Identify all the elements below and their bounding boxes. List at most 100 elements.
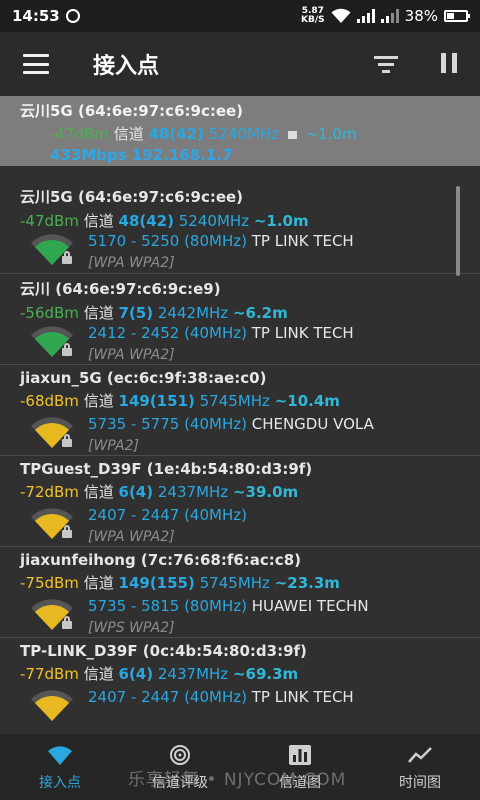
lock-icon [62,525,72,538]
ap-freq: 2437MHz [157,483,229,501]
ap-vendor: TP LINK TECH [251,232,354,250]
access-point-item[interactable]: TPGuest_D39F (1e:4b:54:80:d3:9f) -72dBm … [0,455,480,546]
channel-graph-icon [289,745,311,765]
ap-channel: 48(42) [118,212,174,230]
ap-channel-label: 信道 [83,665,114,683]
connected-channel-label: 信道 [113,125,144,143]
signal-icon [356,9,375,23]
lock-icon [62,434,72,447]
ap-vendor: HUAWEI TECHN [251,597,369,615]
ap-ssid: TP-LINK_D39F (0c:4b:54:80:d3:9f) [20,642,307,660]
nav-item-time-graph[interactable]: 时间图 [360,734,480,800]
ap-range: 5170 - 5250 (80MHz) [88,232,247,250]
ap-range: 2407 - 2447 (40MHz) [88,506,247,524]
connected-freq: 5240MHz [208,125,280,143]
ap-freq: 2437MHz [157,665,229,683]
ap-details: -68dBm 信道 149(151) 5745MHz ~10.4m [20,390,480,411]
signal-icon-2 [380,9,399,23]
ap-freq: 5240MHz [178,212,250,230]
connected-details: -47dBm 信道 48(42) 5240MHz ~1.0m [50,123,480,144]
connected-link: 433Mbps 192.168.1.7 [50,146,480,164]
ap-range: 5735 - 5815 (80MHz) [88,597,247,615]
ap-dbm: -68dBm [20,392,79,410]
ap-channel: 149(151) [118,392,195,410]
time-graph-icon [408,747,432,763]
ap-distance: ~10.4m [274,392,340,410]
alarm-icon [65,9,80,23]
list-scrollbar[interactable] [456,186,460,276]
connected-ssid: 云川5G (64:6e:97:c6:9c:ee) [20,102,244,120]
ap-range: 2407 - 2447 (40MHz) [88,688,247,706]
lock-icon [62,343,72,356]
speed-unit: KB/S [301,15,325,25]
ap-channel-label: 信道 [83,304,114,322]
ap-dbm: -72dBm [20,483,79,501]
ap-details: -77dBm 信道 6(4) 2437MHz ~69.3m [20,663,480,684]
ap-channel: 7(5) [118,304,154,322]
ap-range-line: 5735 - 5775 (40MHz) CHENGDU VOLA [88,415,374,433]
access-point-item[interactable]: 云川5G (64:6e:97:c6:9c:ee) -47dBm 信道 48(42… [0,182,480,273]
ap-security: [WPA2] [88,438,139,454]
ap-security: [WPA WPA2] [88,255,175,271]
ap-vendor: TP LINK TECH [251,324,354,342]
wifi-icon [48,746,72,765]
connected-channel: 48(42) [148,125,204,143]
ap-dbm: -77dBm [20,665,79,683]
nav-item-access-points[interactable]: 接入点 [0,734,120,800]
ap-security: [WPA WPA2] [88,347,175,363]
wifi-status-icon [331,8,351,23]
ap-range: 5735 - 5775 (40MHz) [88,415,247,433]
nav-item-channel-rating[interactable]: 信道评级 [120,734,240,800]
ap-details: -75dBm 信道 149(155) 5745MHz ~23.3m [20,572,480,593]
ap-range: 2412 - 2452 (40MHz) [88,324,247,342]
ap-ssid: jiaxun_5G (ec:6c:9f:38:ae:c0) [20,369,267,387]
ap-channel: 6(4) [118,665,154,683]
channel-rating-icon [170,745,190,765]
ap-channel-label: 信道 [83,212,114,230]
access-point-item[interactable]: 云川 (64:6e:97:c6:9c:e9) -56dBm 信道 7(5) 24… [0,273,480,364]
ap-channel: 149(155) [118,574,195,592]
connected-distance: ~1.0m [305,125,357,143]
ap-range-line: 2407 - 2447 (40MHz) TP LINK TECH [88,688,354,706]
ap-ssid: 云川 (64:6e:97:c6:9c:e9) [20,280,221,298]
page-title: 接入点 [93,54,160,79]
ap-distance: ~23.3m [274,574,340,592]
ap-details: -72dBm 信道 6(4) 2437MHz ~39.0m [20,481,480,502]
ap-security: [WPS WPA2] [88,620,175,636]
ap-channel-label: 信道 [83,483,114,501]
ap-range-line: 2412 - 2452 (40MHz) TP LINK TECH [88,324,354,342]
ap-freq: 2442MHz [157,304,229,322]
network-speed: 5.87 KB/S [301,7,325,25]
status-right: 5.87 KB/S 38% [301,7,470,25]
ap-dbm: -47dBm [20,212,79,230]
ap-vendor: TP LINK TECH [251,688,354,706]
ap-distance: ~1.0m [253,212,309,230]
menu-icon[interactable] [23,54,49,74]
nav-item-channel-graph[interactable]: 信道图 [240,734,360,800]
ap-details: -47dBm 信道 48(42) 5240MHz ~1.0m [20,210,480,231]
connected-dbm: -47dBm [50,125,109,143]
access-point-item[interactable]: TP-LINK_D39F (0c:4b:54:80:d3:9f) -77dBm … [0,637,480,728]
lock-icon [287,130,297,139]
ap-dbm: -75dBm [20,574,79,592]
nav-label: 信道图 [279,775,321,791]
status-time: 14:53 [12,7,60,25]
access-point-item[interactable]: jiaxun_5G (ec:6c:9f:38:ae:c0) -68dBm 信道 … [0,364,480,455]
ap-channel: 6(4) [118,483,154,501]
filter-icon[interactable] [374,56,398,74]
access-point-list[interactable]: 云川5G (64:6e:97:c6:9c:ee) -47dBm 信道 48(42… [0,182,480,734]
pause-icon[interactable] [441,53,457,73]
ap-distance: ~39.0m [232,483,299,501]
ap-range-line: 5170 - 5250 (80MHz) TP LINK TECH [88,232,354,250]
connected-network[interactable]: 云川5G (64:6e:97:c6:9c:ee) -47dBm 信道 48(42… [0,96,480,166]
app-bar: 接入点 [0,32,480,96]
lock-icon [62,251,72,264]
ap-range-line: 5735 - 5815 (80MHz) HUAWEI TECHN [88,597,369,615]
access-point-item[interactable]: jiaxunfeihong (7c:76:68:f6:ac:c8) -75dBm… [0,546,480,637]
ap-ssid: TPGuest_D39F (1e:4b:54:80:d3:9f) [20,460,313,478]
nav-label: 时间图 [399,775,441,791]
ap-channel-label: 信道 [83,574,114,592]
ap-distance: ~6.2m [232,304,288,322]
wifi-signal-icon [31,690,73,721]
connected-ip: 192.168.1.7 [131,146,233,164]
